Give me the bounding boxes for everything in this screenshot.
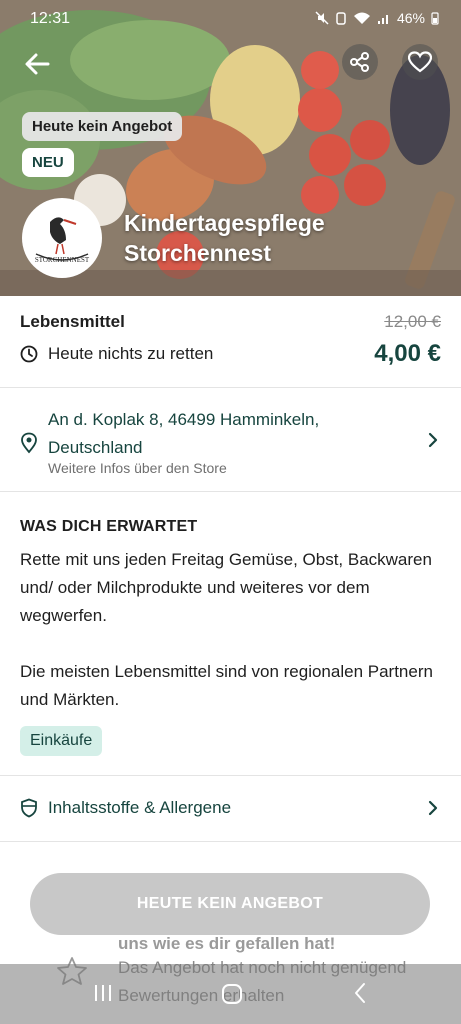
status-bar: 12:31 46% — [0, 0, 461, 36]
logo-text: STORCHENNEST — [35, 256, 90, 264]
address-line2: Deutschland — [48, 438, 143, 457]
nav-back-icon[interactable] — [352, 982, 368, 1004]
what-to-expect-section: WAS DICH ERWARTET Rette mit uns jeden Fr… — [0, 492, 461, 776]
shield-icon — [21, 798, 37, 818]
description-paragraph-1: Rette mit uns jeden Freitag Gemüse, Obst… — [20, 550, 432, 625]
store-logo: STORCHENNEST — [22, 198, 102, 278]
share-button[interactable] — [342, 44, 378, 80]
status-time: 12:31 — [30, 10, 71, 27]
allergens-row[interactable]: Inhaltsstoffe & Allergene — [0, 776, 461, 842]
favorite-button[interactable] — [402, 44, 438, 80]
heart-icon — [408, 51, 432, 73]
stork-logo-icon: STORCHENNEST — [35, 217, 90, 264]
status-icons: 46% — [315, 10, 439, 26]
android-navigation-bar — [0, 964, 461, 1024]
chevron-right-icon — [428, 432, 438, 448]
category-tag: Einkäufe — [20, 726, 103, 756]
alarm-icon — [336, 12, 346, 25]
category-label: Lebensmittel — [20, 312, 125, 331]
signal-icon — [377, 15, 388, 24]
pickup-status-text: Heute nichts zu retten — [48, 344, 214, 363]
battery-percent: 46% — [396, 10, 425, 26]
address-text: An d. Koplak 8, 46499 Hamminkeln, Deutsc… — [48, 406, 388, 462]
address-line1: An d. Koplak 8, 46499 Hamminkeln, — [48, 410, 320, 429]
store-info-link: Weitere Infos über den Store — [48, 460, 227, 476]
offer-summary: Lebensmittel 12,00 € Heute nichts zu ret… — [0, 296, 461, 388]
location-pin-icon — [21, 432, 37, 454]
clock-icon — [20, 345, 38, 363]
back-icon — [25, 53, 50, 75]
battery-icon — [431, 12, 439, 25]
new-badge: NEU — [22, 148, 74, 177]
description-paragraph-2: Die meisten Lebensmittel sind von region… — [20, 662, 433, 709]
section-title: WAS DICH ERWARTET — [20, 518, 198, 535]
recent-apps-icon[interactable] — [92, 982, 114, 1004]
original-price: 12,00 € — [384, 312, 441, 331]
price: 4,00 € — [374, 340, 441, 367]
address-row[interactable]: An d. Koplak 8, 46499 Hamminkeln, Deutsc… — [0, 388, 461, 492]
mute-icon — [315, 11, 329, 25]
store-name: Kindertagespflege Storchennest — [124, 208, 444, 268]
wifi-icon — [353, 12, 370, 24]
no-offer-button[interactable]: HEUTE KEIN ANGEBOT — [30, 873, 430, 935]
allergens-label: Inhaltsstoffe & Allergene — [48, 798, 232, 817]
back-button[interactable] — [20, 46, 56, 82]
share-icon — [350, 52, 369, 72]
home-icon[interactable] — [220, 982, 244, 1006]
chevron-right-icon — [428, 800, 438, 816]
store-name-line1: Kindertagespflege — [124, 210, 325, 236]
no-offer-badge: Heute kein Angebot — [22, 112, 183, 141]
store-name-line2: Storchennest — [124, 240, 271, 266]
pickup-status: Heute nichts zu retten — [20, 344, 213, 364]
